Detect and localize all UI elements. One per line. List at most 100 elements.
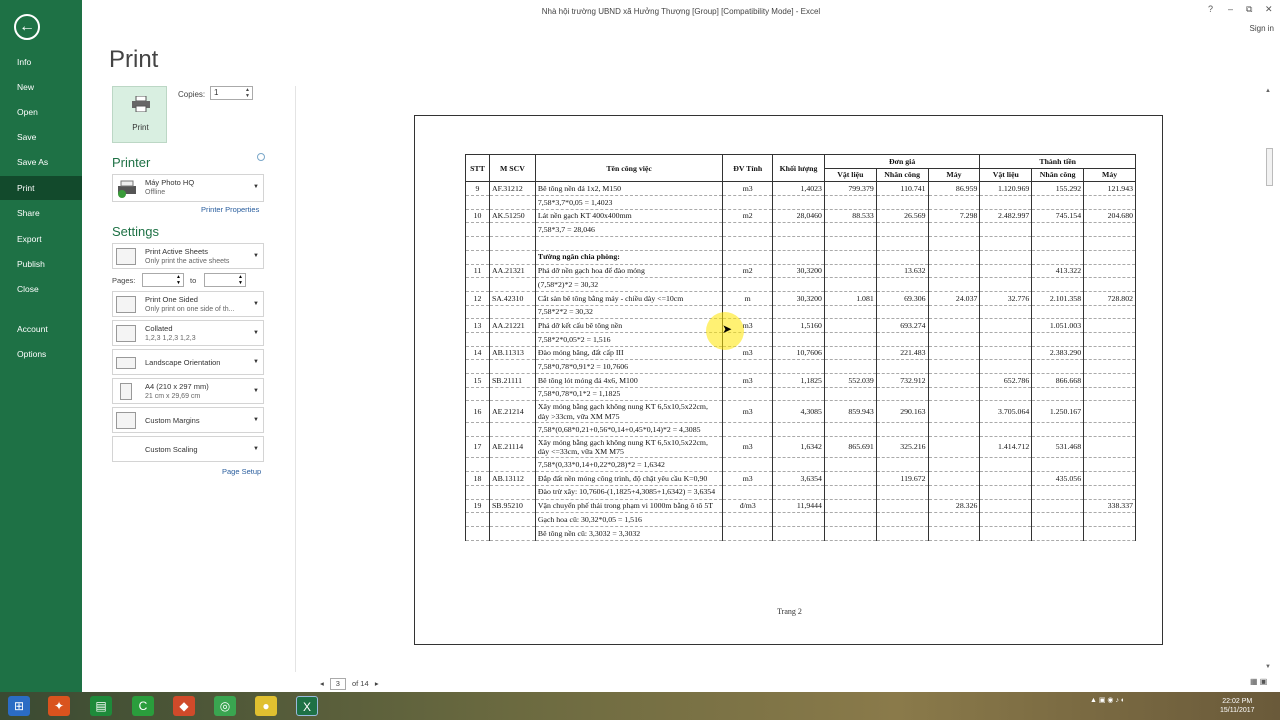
copies-input[interactable]: 1 ▲ ▼ xyxy=(210,86,253,100)
cell-dvt xyxy=(722,277,774,292)
cell-ma: AE.21214 xyxy=(488,400,536,424)
scroll-down-icon[interactable]: ▼ xyxy=(1265,664,1271,670)
app-icon[interactable]: ◎ xyxy=(214,696,236,716)
app-icon[interactable]: ✦ xyxy=(48,696,70,716)
page-setup-link[interactable]: Page Setup xyxy=(222,467,261,476)
sign-in-link[interactable]: Sign in xyxy=(1250,24,1274,33)
restore-icon[interactable]: ⧉ xyxy=(1246,4,1252,15)
spinner-icon[interactable]: ▲ ▼ xyxy=(238,274,243,286)
cell-dvt: m3 xyxy=(722,400,774,424)
cell-tnc xyxy=(1031,222,1085,238)
sided-select[interactable]: Print One Sided Only print on one side o… xyxy=(112,291,264,317)
cell-tvl: 3.705.064 xyxy=(979,400,1033,424)
nav-open[interactable]: Open xyxy=(0,100,82,124)
pages-from-input[interactable]: ▲ ▼ xyxy=(142,273,184,287)
nav-export[interactable]: Export xyxy=(0,227,82,251)
excel-icon[interactable]: X xyxy=(296,696,318,716)
nav-save[interactable]: Save xyxy=(0,125,82,149)
nav-save-as[interactable]: Save As xyxy=(0,150,82,174)
table-row: 9 AF.31212 Bê tông nền đá 1x2, M150 m3 1,402… xyxy=(465,181,1136,197)
zoom-to-page-icon[interactable]: ▣ xyxy=(1260,677,1268,686)
nav-publish[interactable]: Publish xyxy=(0,252,82,276)
minimize-icon[interactable]: – xyxy=(1228,4,1233,14)
cell-ma: AA.21221 xyxy=(488,318,536,333)
table-row: 15 SB.21111 Bê tông lót móng đá 4x6, M100 m… xyxy=(465,373,1136,388)
margins-select[interactable]: Custom Margins ▼ xyxy=(112,407,264,433)
pages-to-input[interactable]: ▲ ▼ xyxy=(204,273,246,287)
print-button[interactable]: Print xyxy=(112,86,167,143)
back-arrow-icon[interactable]: ← xyxy=(14,14,40,40)
nav-close[interactable]: Close xyxy=(0,277,82,301)
title-bar: Nhà hội trường UBND xã Hưởng Thượng [Gro… xyxy=(82,0,1280,22)
cell-stt xyxy=(465,250,490,265)
cell-stt xyxy=(465,457,490,473)
cell-ten: Phá dỡ kết cấu bê tông nền xyxy=(534,318,724,333)
close-window-icon[interactable]: ✕ xyxy=(1265,4,1273,15)
cell-tvl xyxy=(979,305,1033,320)
printer-device-icon xyxy=(118,180,136,198)
cell-ma xyxy=(488,387,536,402)
cell-vl xyxy=(823,526,877,541)
chrome-icon[interactable]: ● xyxy=(255,696,277,716)
printer-properties-link[interactable]: Printer Properties xyxy=(201,205,259,214)
next-page-icon[interactable]: ▸ xyxy=(371,679,379,688)
app-icon[interactable]: ▤ xyxy=(90,696,112,716)
cell-tnc xyxy=(1031,499,1085,514)
spinner-icon[interactable]: ▲ ▼ xyxy=(176,274,181,286)
cell-tnc: 531.468 xyxy=(1031,436,1085,459)
copies-spinner-icon[interactable]: ▲ ▼ xyxy=(245,87,250,99)
cell-tmay xyxy=(1083,373,1136,388)
page-total: of 14 xyxy=(351,679,369,688)
cell-vl xyxy=(823,250,877,265)
scrollbar-thumb[interactable] xyxy=(1266,148,1273,186)
cell-tmay: 204.680 xyxy=(1083,209,1136,224)
prev-page-icon[interactable]: ◂ xyxy=(320,679,324,688)
cell-may xyxy=(927,387,981,402)
orientation-select[interactable]: Landscape Orientation ▼ xyxy=(112,349,264,375)
clock-time: 22:02 PM xyxy=(1222,698,1253,705)
collation-select[interactable]: Collated 1,2,3 1,2,3 1,2,3 ▼ xyxy=(112,320,264,346)
cell-may: 24.037 xyxy=(927,291,981,306)
paper-size-select[interactable]: A4 (210 x 297 mm) 21 cm x 29,69 cm ▼ xyxy=(112,378,264,404)
app-icon[interactable]: C xyxy=(132,696,154,716)
cell-may xyxy=(927,277,981,292)
app-icon[interactable]: ◆ xyxy=(173,696,195,716)
one-sided-icon xyxy=(116,296,136,313)
cell-dvt xyxy=(722,222,774,238)
nav-print[interactable]: Print xyxy=(0,176,82,200)
info-icon[interactable] xyxy=(257,153,265,161)
cell-nc: 26.569 xyxy=(875,209,929,224)
system-tray-icons[interactable]: ▲ ▣ ◉ ♪ ◐ xyxy=(1090,696,1125,704)
nav-new[interactable]: New xyxy=(0,75,82,99)
show-margins-icon[interactable]: ▦ xyxy=(1250,677,1258,686)
nav-info[interactable]: Info xyxy=(0,50,82,74)
cell-dvt xyxy=(722,359,774,374)
current-page-input[interactable]: 3 xyxy=(329,678,346,690)
help-icon[interactable]: ? xyxy=(1208,4,1213,14)
cell-ten: 7,58*3,7 = 28,046 xyxy=(534,222,724,238)
nav-options[interactable]: Options xyxy=(0,342,82,366)
cell-may xyxy=(927,471,981,486)
nav-account[interactable]: Account xyxy=(0,317,82,341)
printer-select[interactable]: Máy Photo HQ Offline ▼ xyxy=(112,174,264,202)
table-row: 7,58*0,78*0,1*2 = 1,1825 xyxy=(465,387,1136,402)
windows-start-icon[interactable]: ⊞ xyxy=(8,696,30,716)
cell-stt xyxy=(465,236,490,251)
header-kl: Khối lượng xyxy=(772,153,825,183)
cell-kl xyxy=(772,422,825,437)
cell-may xyxy=(927,195,981,210)
cell-tvl xyxy=(979,277,1033,292)
scaling-select[interactable]: Custom Scaling ▼ xyxy=(112,436,264,462)
preview-page: STT M SCV Tên công việc ĐV Tính Khối lượ… xyxy=(414,115,1163,645)
cell-vl: 859.943 xyxy=(823,400,877,424)
nav-share[interactable]: Share xyxy=(0,201,82,225)
cell-ma xyxy=(488,305,536,320)
clock[interactable]: 22:02 PM 15/11/2017 xyxy=(1220,697,1255,715)
print-what-select[interactable]: Print Active Sheets Only print the activ… xyxy=(112,243,264,269)
cell-ten: Xây móng bằng gạch không nung KT 6,5x10,… xyxy=(534,400,724,424)
preview-scrollbar[interactable]: ▲ ▼ xyxy=(1264,86,1274,676)
scroll-up-icon[interactable]: ▲ xyxy=(1265,88,1271,94)
cell-kl xyxy=(772,305,825,320)
cell-nc xyxy=(875,387,929,402)
page-title: Print xyxy=(109,46,159,73)
